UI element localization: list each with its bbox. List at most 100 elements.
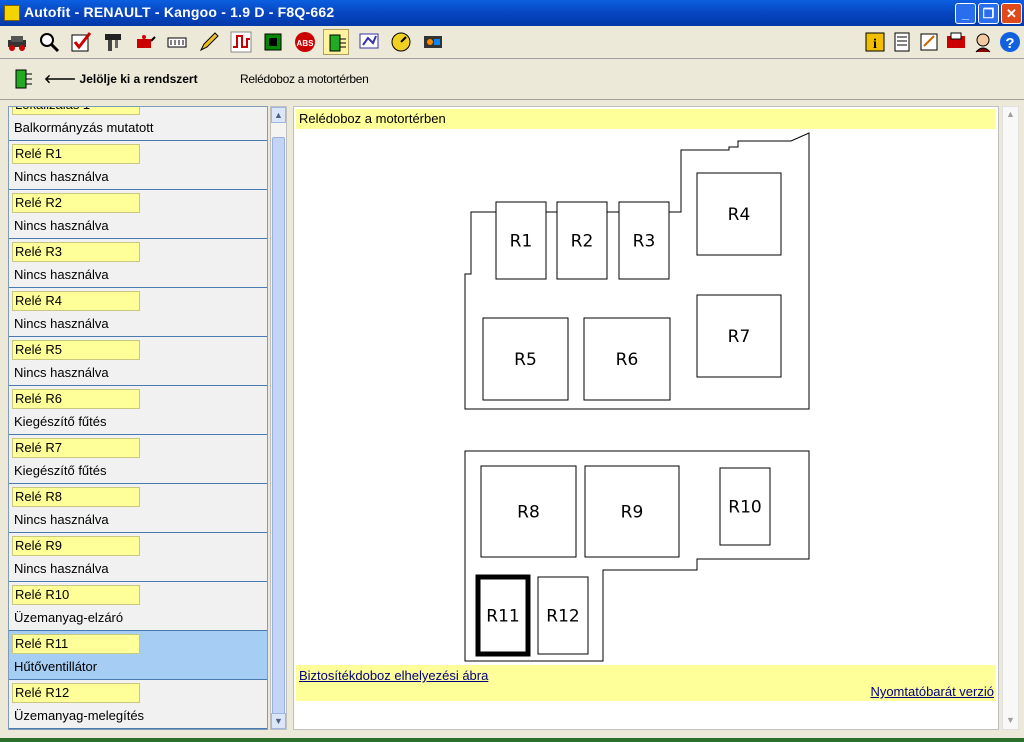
relay-slot-label: R1 (510, 232, 533, 252)
list-item[interactable]: Lokalizálás 1 Balkormányzás mutatott (9, 107, 267, 141)
tools-icon[interactable] (100, 29, 126, 55)
navigation-bar: 🡐 Jelölje ki a rendszert Relédoboz a mot… (0, 59, 1024, 100)
back-button[interactable]: 🡐 Jelölje ki a rendszert (44, 71, 198, 86)
ecu-icon[interactable] (260, 29, 286, 55)
relay-slot-label: R3 (633, 232, 656, 252)
relay-slot-label: R11 (486, 607, 519, 627)
relay-list: Lokalizálás 1 Balkormányzás mutatott Relé … (8, 106, 268, 730)
content-panel: Relédoboz a motortérben R1 R2 R3 R4 R5 R6 R7 R8… (293, 106, 999, 730)
list-item[interactable]: Relé R7 Kiegészítő fűtés (9, 435, 267, 484)
content-scroll-up-icon[interactable]: ▲ (1003, 107, 1018, 123)
relay-description: Kiegészítő fűtés (14, 463, 107, 478)
relay-label: Relé R7 (12, 438, 140, 458)
scroll-down-arrow-icon[interactable]: ▼ (271, 713, 286, 729)
print-version-link[interactable]: Nyomtatóbarát verzió (870, 684, 994, 699)
breadcrumb: Relédoboz a motortérben (240, 72, 369, 86)
battery-icon[interactable] (164, 29, 190, 55)
list-item[interactable]: Relé R9 Nincs használva (9, 533, 267, 582)
pencil-icon[interactable] (196, 29, 222, 55)
status-strip (0, 738, 1024, 742)
back-button-label: Jelölje ki a rendszert (79, 72, 198, 86)
relay-slot-label: R7 (728, 327, 751, 347)
relay-label: Relé R3 (12, 242, 140, 262)
relay-description: Üzemanyag-melegítés (14, 708, 145, 723)
gauge-icon[interactable] (388, 29, 414, 55)
close-button[interactable]: ✕ (1001, 3, 1022, 24)
relay-label: Relé R2 (12, 193, 140, 213)
relay-description: Nincs használva (14, 365, 109, 380)
relay-label: Relé R8 (12, 487, 140, 507)
scroll-up-arrow-icon[interactable]: ▲ (271, 107, 286, 123)
relay-description: Nincs használva (14, 512, 109, 527)
notes-icon[interactable] (916, 29, 942, 55)
vehicle-icon[interactable] (4, 29, 30, 55)
list-item[interactable]: Relé R8 Nincs használva (9, 484, 267, 533)
relay-label: Relé R1 (12, 144, 140, 164)
toolbar: ABS i ? (0, 26, 1024, 59)
app-icon (4, 5, 20, 21)
fuse-location-link[interactable]: Biztosítékdoboz elhelyezési ábra (299, 668, 488, 683)
manual-icon[interactable] (889, 29, 915, 55)
list-item[interactable]: Relé R1 Nincs használva (9, 141, 267, 190)
title-bar: Autofit - RENAULT - Kangoo - 1.9 D - F8Q… (0, 0, 1024, 26)
relay-slot-label: R2 (571, 232, 594, 252)
relay-description: Nincs használva (14, 316, 109, 331)
relay-label: Relé R9 (12, 536, 140, 556)
relay-icon[interactable] (323, 29, 349, 55)
relay-description: Hűtőventillátor (14, 659, 98, 674)
system-relay-icon (12, 68, 34, 95)
list-item[interactable]: Relé R10 Üzemanyag-elzáró (9, 582, 267, 631)
search-icon[interactable] (36, 29, 62, 55)
relay-label: Relé R10 (12, 585, 140, 605)
relay-label: Relé R11 (12, 634, 140, 654)
relay-slot-label: R5 (514, 350, 537, 370)
relay-label: Relé R5 (12, 340, 140, 360)
relay-slot-label: R12 (546, 607, 579, 627)
oil-icon[interactable] (132, 29, 158, 55)
main-area: Lokalizálás 1 Balkormányzás mutatott Relé … (0, 100, 1024, 742)
scroll-thumb[interactable] (272, 137, 285, 717)
list-item[interactable]: Relé R6 Kiegészítő fűtés (9, 386, 267, 435)
svg-text:ABS: ABS (297, 39, 315, 48)
relay-slot-label: R4 (728, 205, 751, 225)
info-icon[interactable]: i (862, 29, 888, 55)
wiring-icon[interactable] (228, 29, 254, 55)
relay-slot-label: R8 (517, 503, 540, 523)
relay-box-diagram: R1 R2 R3 R4 R5 R6 R7 R8 R9 R10 R11 R12 (464, 132, 810, 662)
relay-label: Relé R12 (12, 683, 140, 703)
list-item[interactable]: Relé R11 Hűtőventillátor (9, 631, 267, 680)
relay-description: Nincs használva (14, 561, 109, 576)
list-item[interactable]: Relé R4 Nincs használva (9, 288, 267, 337)
relay-slot-label: R6 (616, 350, 639, 370)
back-arrow-icon: 🡐 (44, 72, 77, 86)
list-item[interactable]: Relé R2 Nincs használva (9, 190, 267, 239)
minimize-button[interactable]: _ (955, 3, 976, 24)
abs-icon[interactable]: ABS (292, 29, 318, 55)
user-icon[interactable] (970, 29, 996, 55)
help-icon[interactable]: ? (997, 29, 1023, 55)
panel-title: Relédoboz a motortérben (296, 109, 996, 129)
relay-description: Nincs használva (14, 218, 109, 233)
list-item[interactable]: Relé R5 Nincs használva (9, 337, 267, 386)
relay-slot-label: R9 (621, 503, 644, 523)
engine-icon[interactable] (420, 29, 446, 55)
list-item[interactable]: Relé R3 Nincs használva (9, 239, 267, 288)
panel-footer: Biztosítékdoboz elhelyezési ábra Nyomtat… (296, 665, 996, 701)
content-scrollbar[interactable]: ▲ ▼ (1002, 106, 1019, 730)
relay-description: Nincs használva (14, 267, 109, 282)
relay-description: Kiegészítő fűtés (14, 414, 107, 429)
relay-slot-label: R10 (728, 498, 761, 518)
parts-icon[interactable] (943, 29, 969, 55)
list-item[interactable]: Relé R12 Üzemanyag-melegítés (9, 680, 267, 729)
diagram-icon[interactable] (356, 29, 382, 55)
relay-description: Balkormányzás mutatott (14, 120, 154, 135)
relay-description: Nincs használva (14, 169, 109, 184)
maximize-button[interactable]: ❐ (978, 3, 999, 24)
relay-description: Üzemanyag-elzáró (14, 610, 124, 625)
checklist-icon[interactable] (68, 29, 94, 55)
svg-text:i: i (873, 37, 877, 52)
relay-label: Relé R4 (12, 291, 140, 311)
svg-text:?: ? (1005, 35, 1014, 52)
content-scroll-down-icon[interactable]: ▼ (1003, 713, 1018, 729)
list-scrollbar[interactable]: ▲ ▼ (270, 106, 287, 730)
